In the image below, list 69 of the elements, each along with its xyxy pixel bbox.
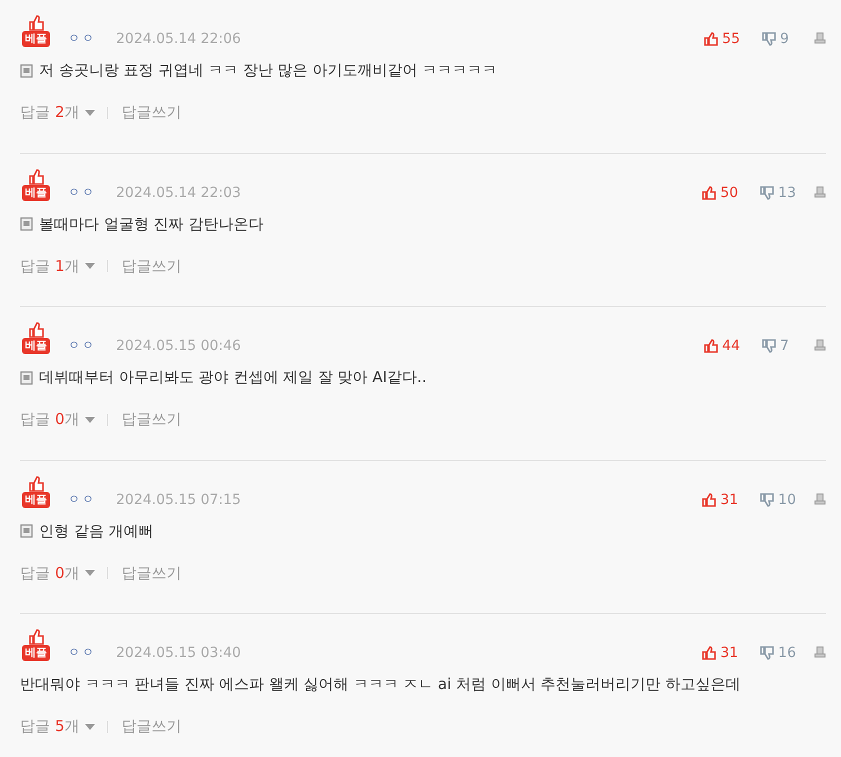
best-badge: 베플 — [22, 338, 50, 354]
best-badge: 베플 — [22, 184, 50, 200]
write-reply-link[interactable]: 답글쓰기 — [122, 256, 182, 276]
comment-date: 2024.05.15 00:46 — [116, 338, 241, 354]
comment-date: 2024.05.15 07:15 — [116, 492, 241, 508]
comment-text: 볼때마다 얼굴형 진짜 감탄나온다 — [39, 214, 264, 234]
thumbs-down-icon — [760, 186, 774, 200]
thumbs-up-icon — [28, 15, 44, 31]
thumbs-up-icon — [28, 322, 44, 338]
thumbs-up-icon — [28, 629, 44, 645]
dislike-count[interactable]: 9 — [780, 31, 789, 47]
caret-icon — [84, 724, 95, 730]
thumbs-down-icon — [762, 339, 776, 353]
thumbs-up-icon — [704, 32, 718, 46]
dislike-count[interactable]: 7 — [780, 338, 789, 354]
comment-date: 2024.05.14 22:06 — [116, 31, 241, 47]
reply-toggle[interactable]: 답글 0개 — [20, 564, 95, 582]
nickname[interactable]: ㅇㅇ — [68, 337, 96, 354]
comment-date: 2024.05.14 22:03 — [116, 184, 241, 200]
document-icon — [20, 217, 33, 231]
dislike-count[interactable]: 16 — [778, 645, 796, 661]
caret-icon — [84, 110, 95, 116]
comment-text: 데뷔때부터 아무리봐도 광야 컨셉에 제일 잘 맞아 AI같다.. — [39, 368, 427, 387]
reply-toggle[interactable]: 답글 1개 — [20, 256, 95, 276]
like-count[interactable]: 31 — [720, 645, 738, 661]
report-icon[interactable] — [814, 32, 826, 44]
dislike-count[interactable]: 13 — [778, 184, 796, 200]
caret-icon — [84, 570, 95, 576]
thumbs-down-icon — [760, 492, 774, 506]
report-icon[interactable] — [814, 646, 826, 658]
thumbs-up-icon — [702, 186, 716, 200]
nickname[interactable]: ㅇㅇ — [68, 490, 96, 508]
nickname[interactable]: ㅇㅇ — [68, 30, 96, 47]
nickname[interactable]: ㅇㅇ — [68, 644, 96, 661]
best-badge: 베플 — [22, 645, 50, 661]
report-icon[interactable] — [814, 186, 826, 198]
document-icon — [20, 370, 33, 384]
document-icon — [20, 64, 33, 78]
thumbs-down-icon — [762, 32, 776, 46]
report-icon[interactable] — [814, 339, 826, 351]
caret-icon — [84, 416, 95, 422]
thumbs-down-icon — [760, 646, 774, 660]
write-reply-link[interactable]: 답글쓰기 — [122, 410, 182, 429]
thumbs-up-icon — [28, 168, 44, 184]
reply-toggle[interactable]: 답글 0개 — [20, 410, 95, 429]
write-reply-link[interactable]: 답글쓰기 — [122, 717, 182, 736]
like-count[interactable]: 44 — [722, 338, 740, 354]
reply-toggle[interactable]: 답글 5개 — [20, 717, 95, 736]
write-reply-link[interactable]: 답글쓰기 — [122, 564, 182, 582]
dislike-count[interactable]: 10 — [778, 492, 796, 508]
comment-text: 저 송곳니랑 표정 귀엽네 ㅋㅋ 장난 많은 아기도깨비같어 ㅋㅋㅋㅋㅋ — [39, 61, 498, 80]
report-icon[interactable] — [814, 492, 826, 504]
document-icon — [20, 524, 33, 538]
comment-date: 2024.05.15 03:40 — [116, 645, 241, 661]
reply-toggle[interactable]: 답글 2개 — [20, 103, 95, 122]
like-count[interactable]: 31 — [720, 492, 738, 508]
write-reply-link[interactable]: 답글쓰기 — [122, 103, 182, 122]
best-badge: 베플 — [22, 492, 50, 508]
like-count[interactable]: 50 — [720, 184, 738, 200]
nickname[interactable]: ㅇㅇ — [68, 184, 96, 200]
thumbs-up-icon — [702, 492, 716, 506]
like-count[interactable]: 55 — [722, 31, 740, 47]
comment-text: 반대뭐야 ㅋㅋㅋ 판녀들 진짜 에스파 왤케 싫어해 ㅋㅋㅋ ㅈㄴ ai 처럼 이뻐서 추천눌러버리기만 하고싶은데 — [20, 675, 740, 694]
comment-text: 인형 같음 개예뻐 — [39, 522, 154, 540]
thumbs-up-icon — [704, 339, 718, 353]
caret-icon — [84, 263, 95, 269]
best-badge: 베플 — [22, 31, 50, 47]
thumbs-up-icon — [702, 646, 716, 660]
thumbs-up-icon — [28, 476, 44, 492]
